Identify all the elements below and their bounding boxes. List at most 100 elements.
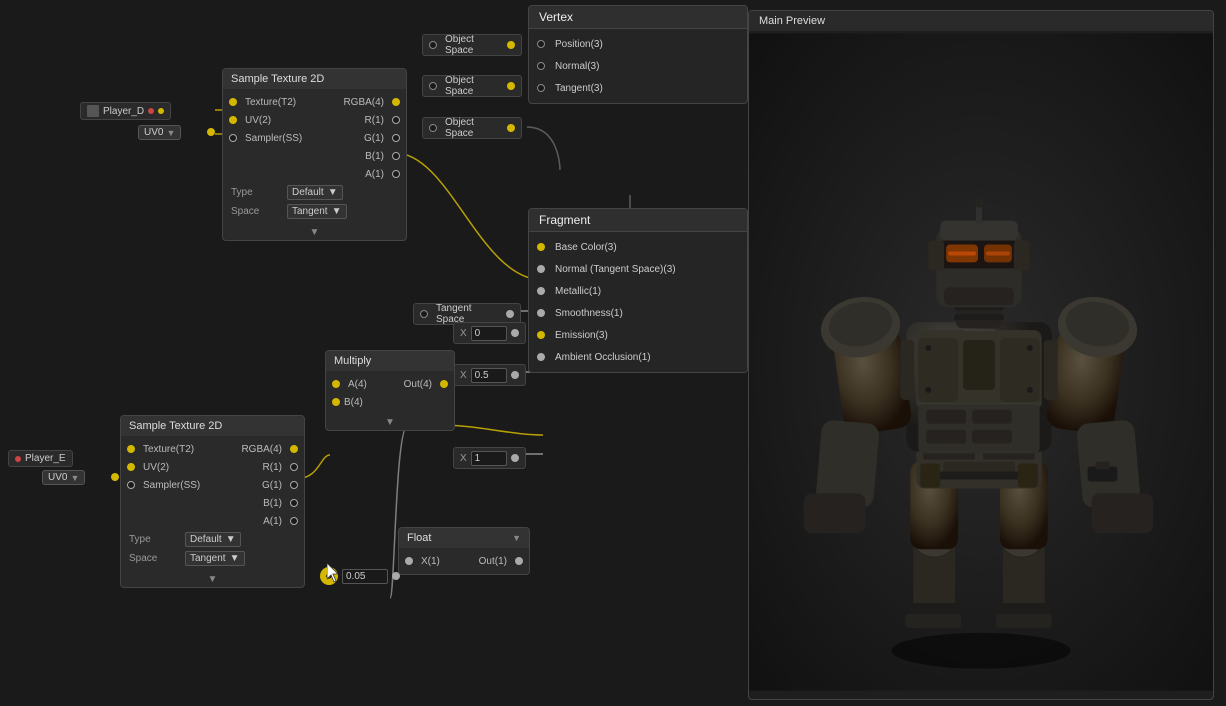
float-body: X(1) Out(1) xyxy=(399,548,529,574)
vertex-normal-in-dot xyxy=(537,62,545,70)
st2-footer: ▼ xyxy=(121,572,304,587)
multiply-header: Multiply xyxy=(326,351,454,371)
fragment-port-emission: Emission(3) xyxy=(529,324,747,346)
frag-normal-dot xyxy=(537,265,545,273)
st2-b-out-dot xyxy=(290,499,298,507)
frag-smooth-label: Smoothness(1) xyxy=(555,308,623,319)
os-norm-dot-right xyxy=(507,82,515,90)
preview-body xyxy=(749,31,1213,693)
sample-texture-1-node: Sample Texture 2D Texture(T2) RGBA(4) UV… xyxy=(222,68,407,241)
uv0-badge-bottom[interactable]: UV0 ▼ xyxy=(42,470,85,485)
float-header: Float ▼ xyxy=(399,528,529,548)
vertex-position-in-dot xyxy=(537,40,545,48)
player-e-dot-red xyxy=(15,456,21,462)
ao-input[interactable] xyxy=(471,451,507,466)
main-preview-panel: Main Preview xyxy=(748,10,1214,700)
player-d-icon xyxy=(87,105,99,117)
multiply-a-in-dot xyxy=(332,380,340,388)
st2-type-row: Type Default ▼ xyxy=(121,530,304,549)
os-pos-out-dot xyxy=(429,41,437,49)
multiply-b-in-dot xyxy=(332,398,340,406)
player-e-label: Player_E xyxy=(25,453,66,464)
st1-a-row: A(1) xyxy=(223,165,406,183)
fragment-port-ao: Ambient Occlusion(1) xyxy=(529,346,747,368)
object-space-tangent-label: Object Space xyxy=(445,117,503,139)
st2-texture-row: Texture(T2) RGBA(4) xyxy=(121,440,304,458)
st1-tex-in-dot xyxy=(229,98,237,106)
vertex-tangent-label: Tangent(3) xyxy=(555,83,603,94)
smooth-x-label: X xyxy=(460,370,467,381)
frag-metallic-label: Metallic(1) xyxy=(555,286,601,297)
fragment-header: Fragment xyxy=(529,209,747,232)
ts-in-dot xyxy=(420,310,428,318)
player-d-dot-yellow xyxy=(158,108,164,114)
os-norm-out-dot xyxy=(429,82,437,90)
ao-out-dot xyxy=(511,454,519,462)
frag-normal-label: Normal (Tangent Space)(3) xyxy=(555,264,676,275)
player-d-dot-red xyxy=(148,108,154,114)
os-tang-dot-right xyxy=(507,124,515,132)
st1-footer: ▼ xyxy=(223,225,406,240)
st1-rgba-out-dot xyxy=(392,98,400,106)
fragment-port-metallic: Metallic(1) xyxy=(529,280,747,302)
multiply-body: A(4) Out(4) B(4) xyxy=(326,371,454,415)
st1-b-row: B(1) xyxy=(223,147,406,165)
vertex-port-normal: Normal(3) xyxy=(529,55,747,77)
uv0-label: UV0 xyxy=(144,127,163,138)
float-x-in-dot xyxy=(405,557,413,565)
cursor xyxy=(327,563,339,575)
st2-space-select[interactable]: Tangent ▼ xyxy=(185,551,245,566)
sample-texture-2-header: Sample Texture 2D xyxy=(121,416,304,436)
frag-ao-label: Ambient Occlusion(1) xyxy=(555,352,651,363)
st2-sampler-row: Sampler(SS) G(1) xyxy=(121,476,304,494)
ao-x-label: X xyxy=(460,453,467,464)
sample-texture-1-title: Sample Texture 2D xyxy=(231,73,324,85)
preview-header: Main Preview xyxy=(749,11,1213,31)
uv0-badge-top[interactable]: UV0 ▼ xyxy=(138,125,181,140)
st2-b-row: B(1) xyxy=(121,494,304,512)
st2-r-out-dot xyxy=(290,463,298,471)
st2-tex-in-dot xyxy=(127,445,135,453)
st1-sampler-row: Sampler(SS) G(1) xyxy=(223,129,406,147)
smoothness-input[interactable] xyxy=(471,368,507,383)
st1-uv-in-dot xyxy=(229,116,237,124)
st1-r-out-dot xyxy=(392,116,400,124)
float-title: Float xyxy=(407,532,431,544)
vertex-port-tangent: Tangent(3) xyxy=(529,77,747,99)
st1-type-select[interactable]: Default ▼ xyxy=(287,185,343,200)
frag-ao-dot xyxy=(537,353,545,361)
frag-smooth-dot xyxy=(537,309,545,317)
object-space-position-label: Object Space xyxy=(445,34,503,56)
st2-type-select[interactable]: Default ▼ xyxy=(185,532,241,547)
sample-texture-2-title: Sample Texture 2D xyxy=(129,420,222,432)
object-space-normal: Object Space xyxy=(422,75,522,97)
multiply-b-row: B(4) xyxy=(326,393,454,411)
uv0-out-dot xyxy=(207,128,215,136)
float-value-input[interactable] xyxy=(342,569,388,584)
multiply-a-row: A(4) Out(4) xyxy=(326,375,454,393)
os-tang-out-dot xyxy=(429,124,437,132)
vertex-tangent-in-dot xyxy=(537,84,545,92)
smoothness-value-box: X xyxy=(453,364,526,386)
object-space-normal-label: Object Space xyxy=(445,75,503,97)
st2-samp-in-dot xyxy=(127,481,135,489)
st1-space-select[interactable]: Tangent ▼ xyxy=(287,204,347,219)
sample-texture-2-body: Texture(T2) RGBA(4) UV(2) R(1) Sampler(S… xyxy=(121,436,304,572)
sample-texture-1-header: Sample Texture 2D xyxy=(223,69,406,89)
vertex-header: Vertex xyxy=(529,6,747,29)
st1-samp-in-dot xyxy=(229,134,237,142)
object-space-tangent: Object Space xyxy=(422,117,522,139)
sample-texture-2-node: Sample Texture 2D Texture(T2) RGBA(4) UV… xyxy=(120,415,305,588)
st1-type-row: Type Default ▼ xyxy=(223,183,406,202)
st1-a-out-dot xyxy=(392,170,400,178)
frag-emission-label: Emission(3) xyxy=(555,330,608,341)
st1-texture-row: Texture(T2) RGBA(4) xyxy=(223,93,406,111)
multiply-title: Multiply xyxy=(334,355,371,367)
metallic-input[interactable] xyxy=(471,326,507,341)
uv0-bottom-out-dot xyxy=(111,473,119,481)
uv0-label-bottom: UV0 xyxy=(48,472,67,483)
st2-uv-in-dot xyxy=(127,463,135,471)
ts-out-dot xyxy=(506,310,514,318)
multiply-out-dot xyxy=(440,380,448,388)
vertex-title: Vertex xyxy=(539,10,573,24)
